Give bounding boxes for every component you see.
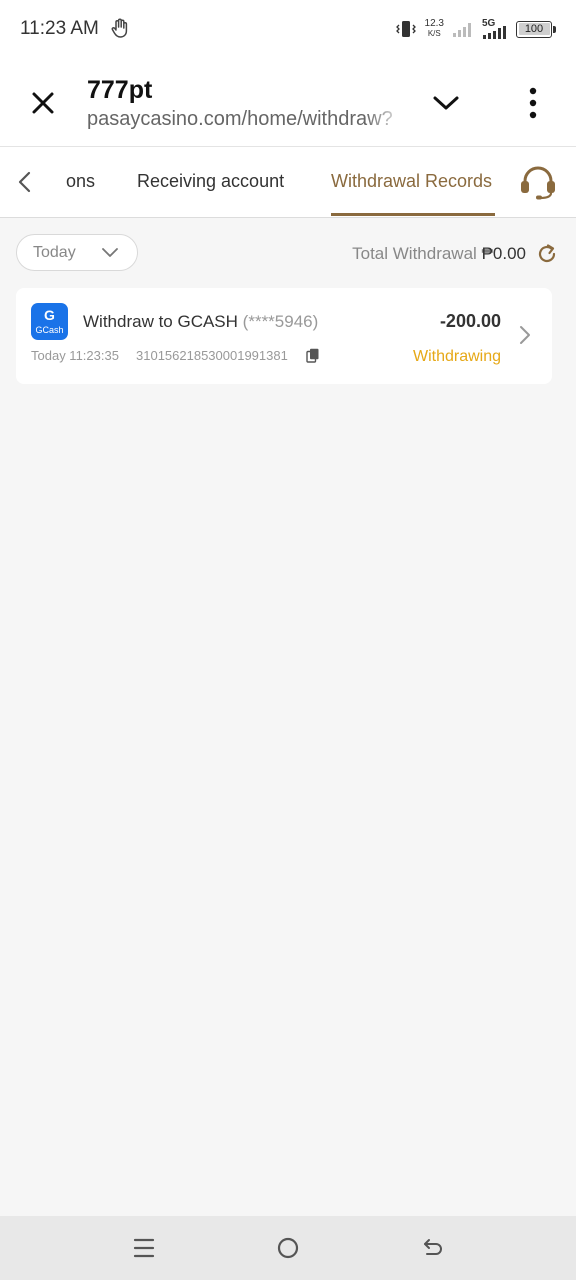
date-filter-select[interactable]: Today [16,234,138,271]
tab-receiving-account[interactable]: Receiving account [137,171,284,192]
refresh-icon[interactable] [536,243,558,265]
active-tab-indicator [331,213,495,216]
total-withdrawal-amount: ₱0.00 [481,244,526,263]
gcash-logo-text: GCash [35,325,64,335]
record-amount: -200.00 [439,311,501,331]
record-account-mask: (****5946) [242,312,319,331]
signal-icon [453,23,471,37]
tabs-bar: ons Receiving account Withdrawal Records [0,147,576,218]
page-title: 777pt [87,76,153,104]
more-vertical-icon[interactable] [522,86,544,120]
battery-icon: 100 [516,20,556,38]
5g-signal-icon: 5G [482,18,508,40]
battery-level: 100 [524,22,544,35]
network-speed-value: 12.3 [424,18,444,29]
system-nav-bar [0,1216,576,1280]
hand-icon [111,18,128,38]
chevron-down-icon[interactable] [432,92,460,114]
network-speed: 12.3 K/S [425,19,444,39]
total-withdrawal-label: Total Withdrawal [352,244,477,263]
record-time: Today 11:23:35 [31,348,119,363]
withdrawal-record-item[interactable]: G GCash Withdraw to GCASH (****5946) -20… [16,288,552,384]
home-icon[interactable] [276,1236,300,1260]
date-filter-value: Today [33,244,76,261]
record-title: Withdraw to GCASH (****5946) [83,312,318,332]
headset-icon[interactable] [518,163,558,201]
chevron-right-icon[interactable] [516,323,534,347]
browser-header: 777pt pasaycasino.com/home/withdraw? [0,58,576,147]
copy-icon[interactable] [306,348,320,363]
chevron-left-icon[interactable] [14,169,36,195]
record-status-badge: Withdrawing [412,348,501,365]
menu-icon[interactable] [133,1236,155,1260]
total-withdrawal: Total Withdrawal ₱0.00 [352,244,526,264]
status-time: 11:23 AM [20,18,99,39]
status-bar: 11:23 AM 12.3 K/S 5G 100 [0,0,576,58]
network-speed-unit: K/S [427,29,441,38]
close-icon[interactable] [28,88,58,118]
page-url[interactable]: pasaycasino.com/home/withdraw? [87,108,405,131]
gcash-logo-icon: G GCash [31,303,68,340]
tab-withdrawal-records[interactable]: Withdrawal Records [331,171,492,192]
record-order-id: 310156218530001991381 [136,348,288,363]
back-icon[interactable] [421,1236,445,1260]
record-title-text: Withdraw to GCASH [83,312,238,331]
vibrate-icon [395,21,416,37]
chevron-down-icon [102,248,118,257]
tab-partial[interactable]: ons [66,171,96,192]
